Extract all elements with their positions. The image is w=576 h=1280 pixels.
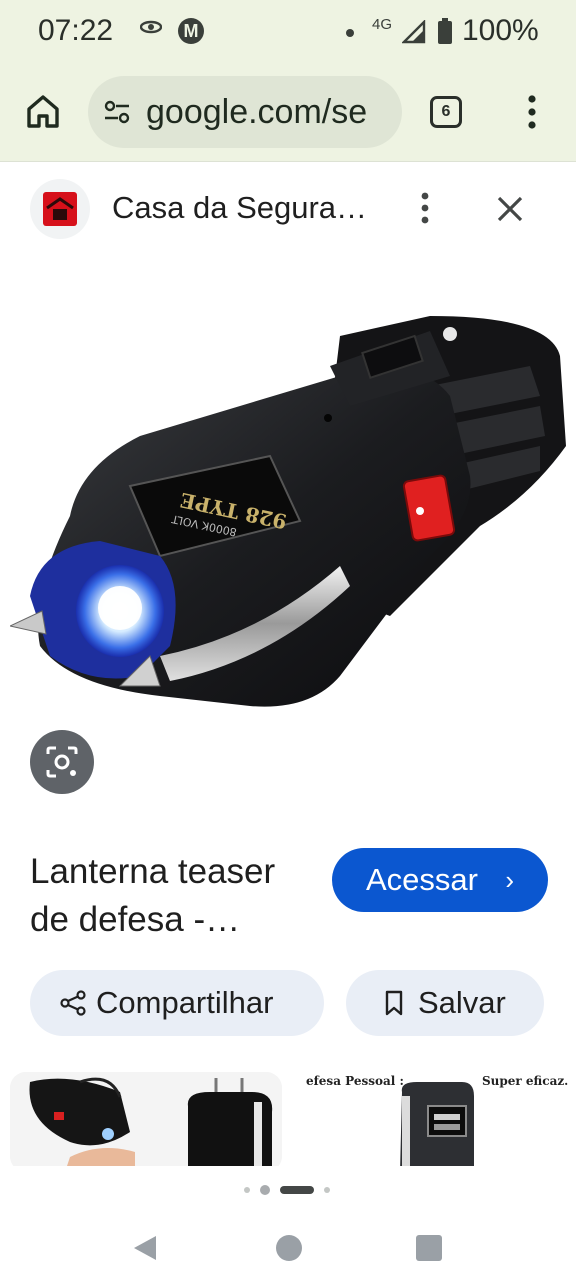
- lens-icon: [46, 746, 78, 778]
- site-name[interactable]: Casa da Segura…: [112, 190, 367, 226]
- chevron-right-icon: ›: [505, 865, 514, 895]
- eye-icon: [140, 20, 162, 34]
- share-button-label: Compartilhar: [96, 985, 274, 1020]
- related-image[interactable]: [10, 1072, 282, 1166]
- save-button[interactable]: Salvar: [346, 970, 544, 1036]
- result-title[interactable]: Lanterna teaser de defesa -…: [30, 848, 320, 944]
- android-nav-bar: [0, 1214, 576, 1280]
- pager-dot[interactable]: [244, 1187, 250, 1193]
- google-lens-button[interactable]: [30, 730, 94, 794]
- motorola-icon: M: [178, 18, 204, 44]
- status-bar: 07:22 M 4G 100%: [0, 0, 576, 64]
- house-logo-icon: [46, 197, 74, 220]
- pager-dot[interactable]: [324, 1187, 330, 1193]
- address-bar[interactable]: google.com/se: [88, 76, 402, 148]
- pager-dot[interactable]: [260, 1185, 270, 1195]
- pager-dot-active[interactable]: [280, 1186, 314, 1194]
- recents-icon[interactable]: [416, 1235, 442, 1261]
- home-nav-icon[interactable]: [276, 1235, 302, 1261]
- result-sheet-header: Casa da Segura…: [0, 163, 576, 255]
- battery-percent: 100%: [462, 14, 539, 47]
- save-button-label: Salvar: [418, 985, 506, 1020]
- bookmark-icon: [385, 990, 403, 1016]
- visit-button-label: Acessar: [366, 862, 478, 897]
- back-icon[interactable]: [132, 1234, 158, 1262]
- url-text: google.com/se: [146, 93, 368, 131]
- network-type: 4G: [372, 16, 393, 33]
- related-image-graphic: [10, 1072, 282, 1166]
- share-button[interactable]: Compartilhar: [30, 970, 324, 1036]
- more-icon[interactable]: [414, 191, 436, 225]
- related-caption: efesa Pessoal :: [306, 1074, 404, 1088]
- browser-toolbar: google.com/se 6: [0, 64, 576, 162]
- signal-icon: [402, 20, 426, 44]
- related-caption: Super eficaz.: [482, 1074, 568, 1088]
- status-time: 07:22: [38, 14, 114, 47]
- close-icon[interactable]: [494, 193, 526, 225]
- home-icon[interactable]: [24, 92, 62, 130]
- share-icon: [60, 990, 86, 1016]
- notification-dot: [346, 29, 354, 37]
- image-pager: [0, 1166, 576, 1214]
- site-settings-icon[interactable]: [104, 100, 130, 124]
- related-image[interactable]: efesa Pessoal : Super eficaz.: [292, 1072, 568, 1166]
- related-images: efesa Pessoal : Super eficaz.: [0, 1066, 576, 1166]
- menu-icon[interactable]: [520, 94, 544, 130]
- site-logo: [30, 179, 90, 239]
- visit-button[interactable]: Acessar ›: [332, 848, 548, 912]
- tab-switcher-button[interactable]: 6: [430, 96, 462, 128]
- battery-icon: [438, 18, 452, 44]
